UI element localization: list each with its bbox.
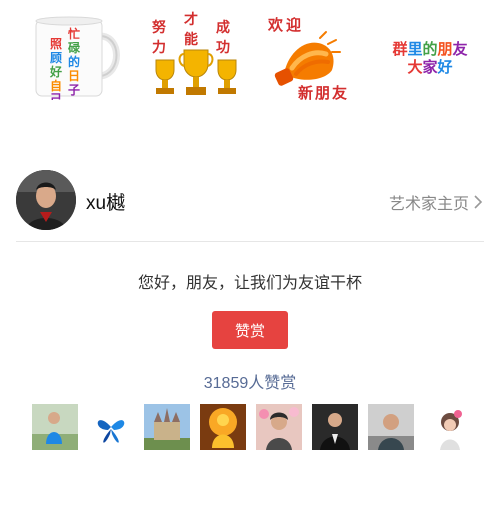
svg-text:己: 己 xyxy=(50,92,62,100)
older-man-avatar[interactable] xyxy=(368,404,414,450)
woman-in-blue-avatar[interactable] xyxy=(32,404,78,450)
rewarders-list xyxy=(0,404,500,452)
svg-text:友: 友 xyxy=(332,84,347,102)
artist-homepage-label: 艺术家主页 xyxy=(388,196,469,213)
svg-text:新: 新 xyxy=(298,84,313,102)
sticker-char: 大 xyxy=(407,58,423,76)
buddha-avatar[interactable] xyxy=(200,404,246,450)
girl-with-flower-avatar[interactable] xyxy=(428,404,474,450)
divider xyxy=(16,241,484,242)
mug-sticker: 忙 碌 的 日 子 照 顾 好 自 己 xyxy=(30,14,122,106)
svg-text:自: 自 xyxy=(50,78,62,93)
svg-text:忙: 忙 xyxy=(68,26,80,41)
svg-text:成: 成 xyxy=(216,19,230,36)
friends-greeting-sticker: 群里的朋友 大家好 xyxy=(380,30,480,90)
svg-text:能: 能 xyxy=(184,31,198,48)
svg-text:好: 好 xyxy=(49,64,62,79)
blue-butterfly-avatar[interactable] xyxy=(88,404,134,450)
svg-text:功: 功 xyxy=(216,40,230,56)
sticker-char: 家 xyxy=(422,58,438,76)
svg-text:的: 的 xyxy=(68,54,80,69)
svg-text:顾: 顾 xyxy=(50,50,62,65)
svg-text:才: 才 xyxy=(184,11,198,28)
svg-text:照: 照 xyxy=(50,36,62,51)
reward-page: 忙 碌 的 日 子 照 顾 好 自 己 努 力 才 能 成 功 欢 迎 新 朋 … xyxy=(0,0,500,510)
svg-text:欢: 欢 xyxy=(267,16,284,34)
chevron-right-icon xyxy=(472,194,484,210)
man-in-suit-avatar[interactable] xyxy=(312,404,358,450)
reward-count[interactable]: 31859人赞赏 xyxy=(0,369,500,393)
artist-homepage-link[interactable]: 艺术家主页 xyxy=(389,190,484,214)
reward-message: 您好，朋友，让我们为友谊干杯 xyxy=(137,275,362,292)
svg-text:迎: 迎 xyxy=(286,16,301,34)
author-name[interactable]: xu樾 xyxy=(86,188,125,215)
svg-text:力: 力 xyxy=(152,39,166,56)
woman-with-flowers-avatar[interactable] xyxy=(256,404,302,450)
reward-button[interactable]: 赞赏 xyxy=(212,311,288,349)
svg-text:碌: 碌 xyxy=(68,40,81,55)
castle-avatar[interactable] xyxy=(144,404,190,450)
welcome-sticker: 欢 迎 新 朋 友 xyxy=(262,8,362,104)
svg-text:朋: 朋 xyxy=(315,84,330,102)
friends-greeting-line-2: 大家好 xyxy=(380,56,480,77)
author-avatar[interactable] xyxy=(16,170,76,230)
svg-text:努: 努 xyxy=(152,19,166,36)
trophy-sticker: 努 力 才 能 成 功 xyxy=(148,10,244,106)
svg-text:子: 子 xyxy=(68,83,80,97)
sticker-char: 好 xyxy=(437,58,453,76)
sticker-row: 忙 碌 的 日 子 照 顾 好 自 己 努 力 才 能 成 功 欢 迎 新 朋 … xyxy=(0,0,500,108)
svg-text:日: 日 xyxy=(68,69,80,83)
